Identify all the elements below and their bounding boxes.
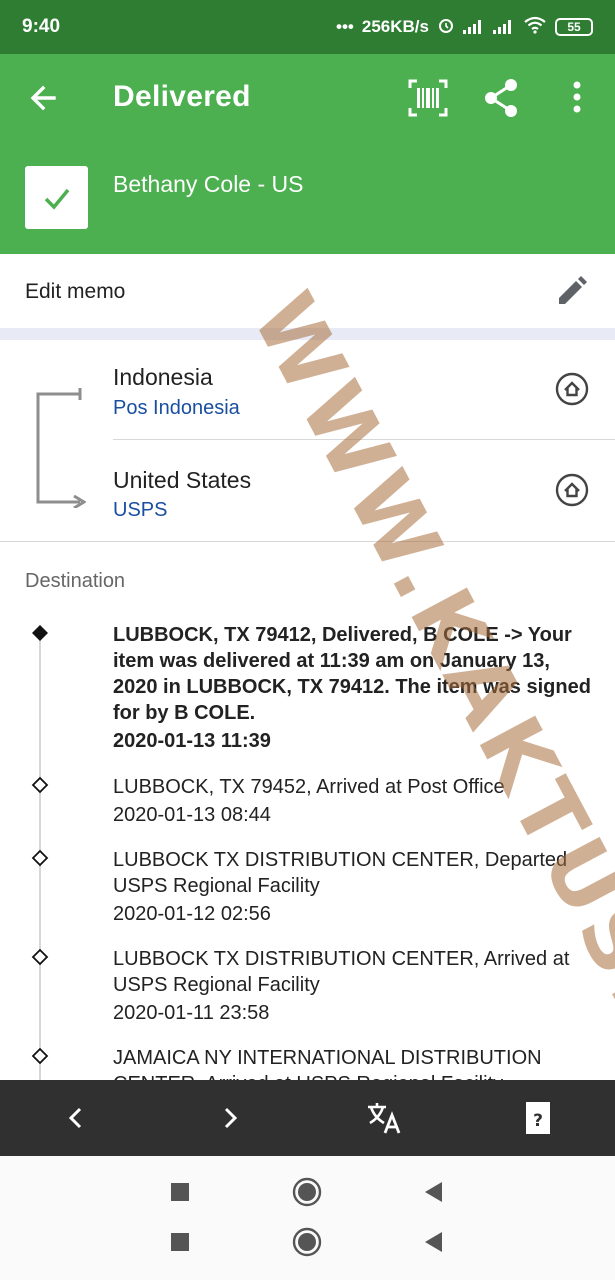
battery-icon: 55 — [555, 18, 593, 36]
signal-icon — [493, 20, 515, 34]
help-card-icon: ? — [526, 1102, 550, 1134]
next-button[interactable] — [210, 1098, 250, 1138]
edit-memo-button[interactable] — [553, 274, 589, 310]
svg-text:?: ? — [533, 1111, 543, 1131]
share-icon — [485, 79, 517, 117]
event-description: LUBBOCK, TX 79412, Delivered, B COLE -> … — [113, 624, 591, 724]
hollow-diamond-icon — [31, 1047, 49, 1065]
translate-icon — [368, 1103, 401, 1134]
more-options-button[interactable] — [560, 76, 594, 120]
home-circle-icon — [292, 1177, 322, 1207]
status-indicators: ••• 256KB/s 55 — [336, 16, 593, 39]
app-bar: Delivered Bethany Cole - US — [0, 54, 615, 254]
origin-carrier-link[interactable]: Pos Indonesia — [113, 397, 240, 420]
translate-button[interactable] — [364, 1098, 404, 1138]
route-section: Indonesia Pos Indonesia United States US… — [0, 340, 615, 542]
event-time: 2020-01-13 08:44 — [113, 804, 271, 826]
edit-memo-row[interactable]: Edit memo — [0, 254, 615, 328]
chevron-left-icon — [68, 1107, 82, 1129]
recents-button[interactable] — [164, 1226, 196, 1258]
hollow-diamond-icon — [31, 776, 49, 794]
event-time: 2020-01-12 02:56 — [113, 903, 271, 925]
back-button[interactable] — [24, 78, 64, 118]
home-icon — [555, 473, 589, 507]
destination-carrier-link[interactable]: USPS — [113, 499, 167, 522]
alarm-icon — [437, 16, 455, 39]
origin-home-button[interactable] — [555, 372, 589, 406]
wifi-icon — [523, 16, 547, 39]
help-button[interactable]: ? — [518, 1098, 558, 1138]
home-nav-button[interactable] — [291, 1226, 323, 1258]
recents-square-icon — [171, 1183, 189, 1201]
destination-country: United States — [113, 467, 252, 493]
route-bracket-icon — [36, 388, 86, 508]
barcode-icon — [408, 79, 448, 117]
home-circle-icon — [292, 1227, 322, 1257]
chevron-right-icon — [224, 1107, 238, 1129]
divider-band — [0, 328, 615, 340]
more-dots-icon: ••• — [336, 17, 354, 36]
battery-level: 55 — [567, 20, 581, 34]
checkmark-icon — [44, 188, 69, 210]
back-triangle-icon — [425, 1232, 442, 1252]
status-bar: 9:40 ••• 256KB/s 55 — [0, 0, 615, 54]
back-arrow-icon — [30, 85, 56, 111]
bottom-toolbar: ? — [0, 1080, 615, 1156]
home-icon — [555, 372, 589, 406]
more-vert-icon — [573, 81, 581, 113]
network-speed: 256KB/s — [361, 17, 429, 36]
previous-button[interactable] — [56, 1098, 96, 1138]
event-time: 2020-01-11 23:58 — [113, 1002, 270, 1024]
status-time: 9:40 — [22, 16, 61, 37]
system-navigation — [0, 1156, 615, 1280]
recents-square-icon — [171, 1233, 189, 1251]
destination-item[interactable]: United States USPS — [113, 441, 615, 541]
event-time: 2020-01-13 11:39 — [113, 730, 271, 752]
tracking-timeline: LUBBOCK, TX 79412, Delivered, B COLE -> … — [0, 612, 615, 1080]
destination-section-label: Destination — [25, 570, 126, 592]
recipient-name: Bethany Cole - US — [113, 171, 304, 197]
back-nav-button[interactable] — [418, 1176, 450, 1208]
delivered-status-badge — [25, 166, 88, 229]
destination-home-button[interactable] — [555, 473, 589, 507]
page-title: Delivered — [113, 80, 251, 113]
pencil-icon — [559, 276, 587, 304]
event-description: LUBBOCK, TX 79452, Arrived at Post Offic… — [113, 776, 505, 798]
origin-country: Indonesia — [113, 364, 213, 390]
edit-memo-label: Edit memo — [25, 280, 126, 303]
barcode-button[interactable] — [406, 76, 450, 120]
event-description: LUBBOCK TX DISTRIBUTION CENTER, Departed… — [113, 849, 568, 897]
back-nav-button[interactable] — [418, 1226, 450, 1258]
event-description: LUBBOCK TX DISTRIBUTION CENTER, Arrived … — [113, 948, 570, 996]
event-description: JAMAICA NY INTERNATIONAL DISTRIBUTION CE… — [113, 1047, 542, 1080]
hollow-diamond-icon — [31, 948, 49, 966]
filled-diamond-icon — [32, 625, 48, 641]
signal-icon — [463, 20, 485, 34]
share-button[interactable] — [482, 76, 522, 120]
recents-button[interactable] — [164, 1176, 196, 1208]
hollow-diamond-icon — [31, 849, 49, 867]
home-nav-button[interactable] — [291, 1176, 323, 1208]
back-triangle-icon — [425, 1182, 442, 1202]
origin-item[interactable]: Indonesia Pos Indonesia — [113, 340, 615, 440]
